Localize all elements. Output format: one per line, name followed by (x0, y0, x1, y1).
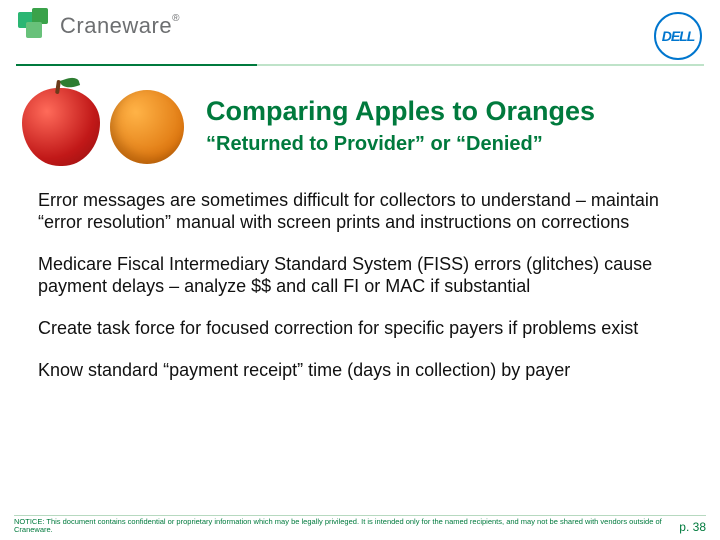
paragraph: Error messages are sometimes difficult f… (38, 190, 688, 234)
paragraph: Create task force for focused correction… (38, 318, 688, 340)
confidentiality-notice: NOTICE: This document contains confident… (14, 518, 669, 535)
page-number: p. 38 (679, 520, 706, 534)
craneware-logo-text: Craneware® (60, 13, 180, 39)
orange-icon (110, 90, 184, 164)
dell-logo-text: DELL (662, 28, 695, 44)
craneware-logo: Craneware® (18, 8, 180, 44)
slide-content: Comparing Apples to Oranges “Returned to… (0, 76, 720, 382)
paragraph: Medicare Fiscal Intermediary Standard Sy… (38, 254, 688, 298)
slide-subtitle: “Returned to Provider” or “Denied” (206, 133, 704, 156)
apples-oranges-image (16, 76, 196, 176)
slide-footer: NOTICE: This document contains confident… (0, 514, 720, 540)
craneware-logo-icon (18, 8, 54, 44)
brand-reg: ® (172, 13, 180, 24)
brand-name: Craneware (60, 13, 172, 38)
titles: Comparing Apples to Oranges “Returned to… (206, 96, 704, 156)
dell-logo-icon: DELL (654, 12, 702, 60)
slide-title: Comparing Apples to Oranges (206, 96, 704, 127)
header-divider (16, 64, 704, 66)
title-block: Comparing Apples to Oranges “Returned to… (16, 76, 704, 176)
paragraph: Know standard “payment receipt” time (da… (38, 360, 688, 382)
apple-icon (22, 88, 100, 166)
body-text: Error messages are sometimes difficult f… (16, 182, 704, 382)
slide-header: Craneware® DELL (0, 0, 720, 64)
